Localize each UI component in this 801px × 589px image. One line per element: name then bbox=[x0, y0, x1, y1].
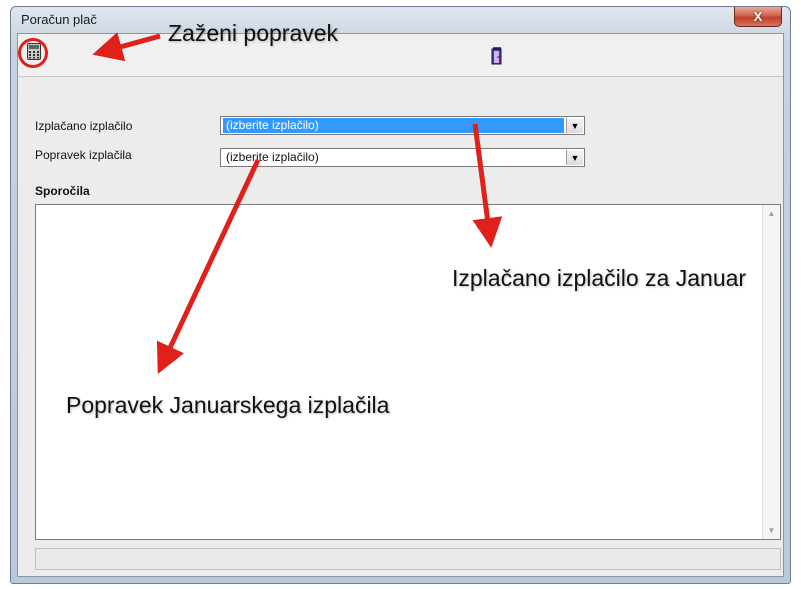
close-button[interactable]: X bbox=[734, 7, 782, 27]
chevron-down-icon[interactable]: ▼ bbox=[566, 150, 583, 165]
annotation-correction: Popravek Januarskega izplačila bbox=[66, 392, 390, 418]
exit-door-icon bbox=[491, 47, 503, 69]
paid-payment-select[interactable]: (izberite izplačilo) ▼ bbox=[220, 116, 585, 135]
messages-label: Sporočila bbox=[35, 184, 90, 198]
correction-payment-value: (izberite izplačilo) bbox=[226, 150, 319, 164]
toolbar bbox=[18, 34, 783, 77]
main-window: Poračun plač X Izplačano izplačilo (izbe… bbox=[10, 6, 791, 584]
window-title: Poračun plač bbox=[21, 12, 97, 27]
annotation-circle bbox=[18, 38, 48, 68]
messages-scrollbar[interactable]: ▲ ▼ bbox=[762, 205, 780, 539]
annotation-paid: Izplačano izplačilo za Januar bbox=[452, 265, 747, 291]
status-bar bbox=[35, 548, 781, 570]
correction-payment-select[interactable]: (izberite izplačilo) ▼ bbox=[220, 148, 585, 167]
client-area: Izplačano izplačilo (izberite izplačilo)… bbox=[17, 33, 784, 577]
scroll-up-icon[interactable]: ▲ bbox=[763, 205, 780, 222]
scroll-down-icon[interactable]: ▼ bbox=[763, 522, 780, 539]
run-correction-button[interactable] bbox=[18, 38, 48, 68]
exit-button[interactable] bbox=[491, 47, 503, 65]
paid-payment-label: Izplačano izplačilo bbox=[35, 119, 133, 133]
correction-payment-label: Popravek izplačila bbox=[35, 148, 132, 162]
annotation-run: Zaženi popravek bbox=[168, 20, 339, 46]
paid-payment-value: (izberite izplačilo) bbox=[223, 118, 564, 133]
messages-textarea[interactable]: ▲ ▼ bbox=[35, 204, 781, 540]
chevron-down-icon[interactable]: ▼ bbox=[566, 118, 583, 133]
